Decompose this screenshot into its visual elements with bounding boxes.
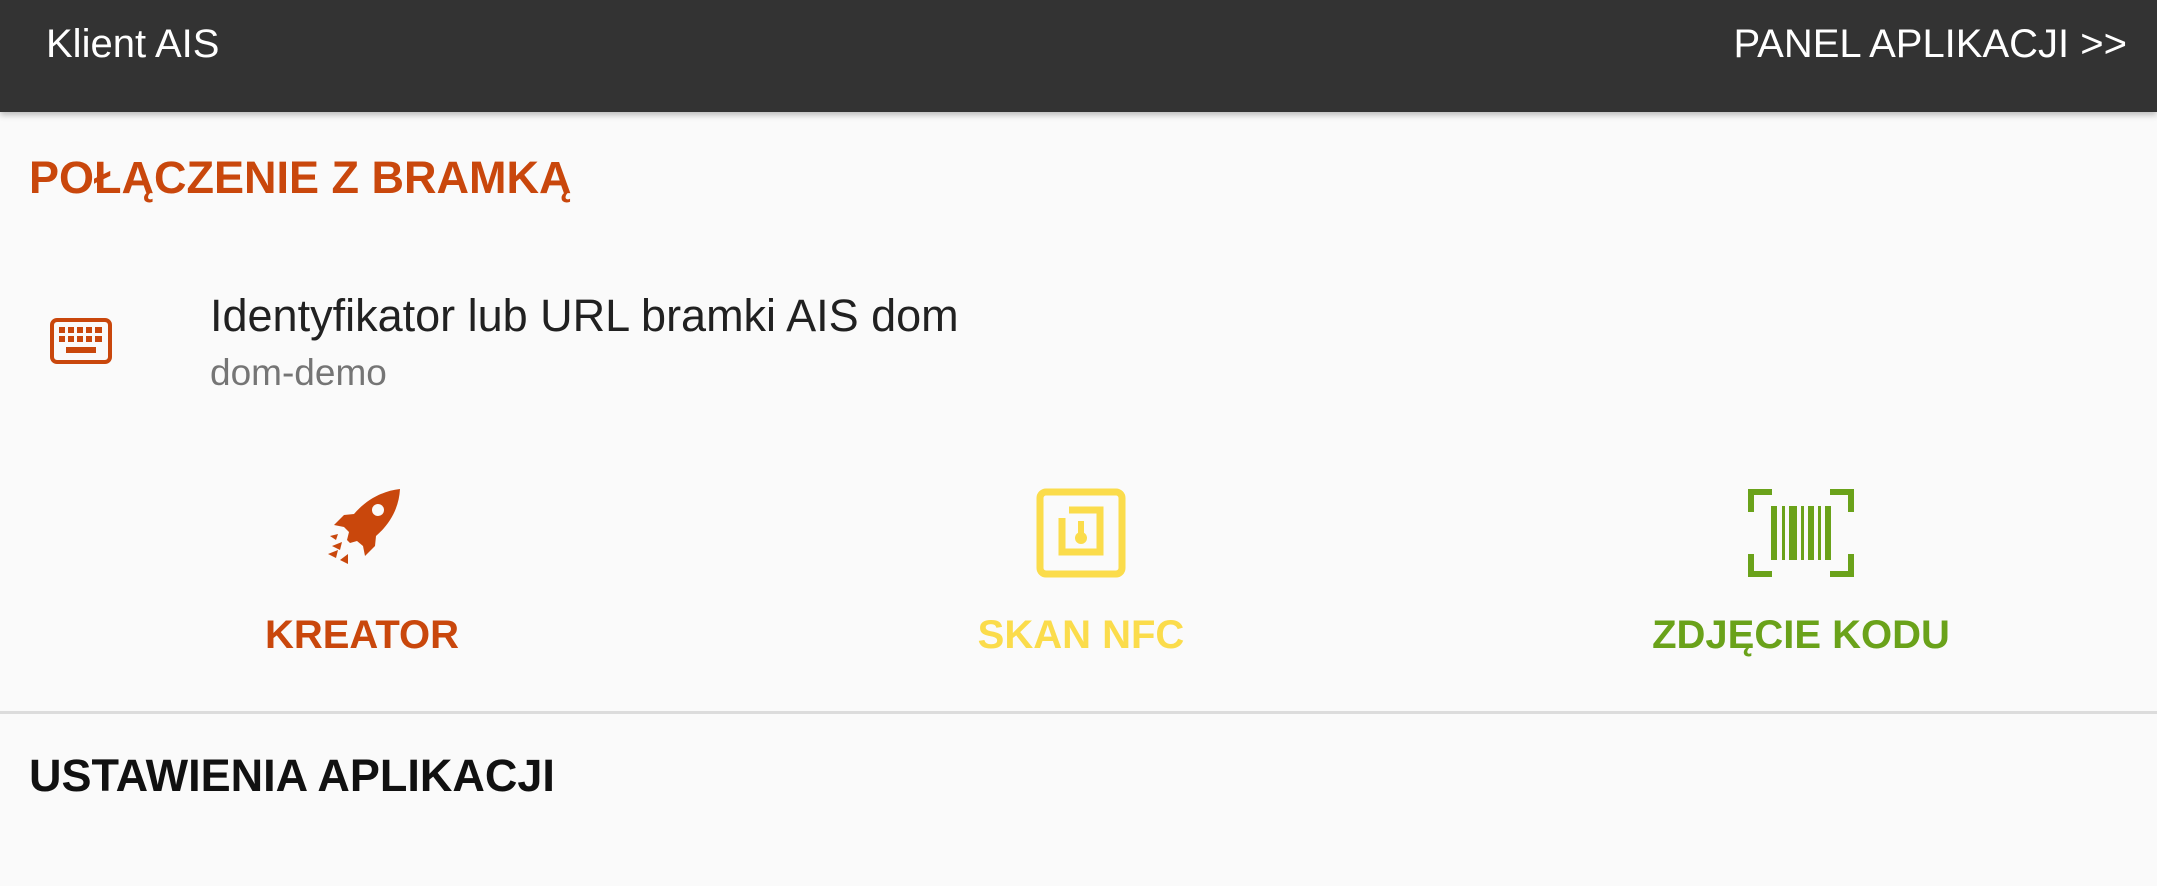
scan-nfc-label: SKAN NFC: [977, 613, 1185, 657]
nfc-icon: [1036, 488, 1126, 578]
gateway-id-preference[interactable]: Identyfikator lub URL bramki AIS dom dom…: [0, 262, 2157, 412]
kreator-button[interactable]: KREATOR: [82, 478, 642, 678]
keyboard-icon: [50, 318, 112, 364]
section-header-connection: POŁĄCZENIE Z BRAMKĄ: [29, 152, 572, 203]
app-title: Klient AIS: [46, 22, 220, 66]
app-bar: Klient AIS PANEL APLIKACJI >>: [0, 0, 2157, 112]
kreator-label: KREATOR: [264, 613, 460, 657]
gateway-pref-title: Identyfikator lub URL bramki AIS dom: [210, 290, 959, 341]
barcode-photo-button[interactable]: ZDJĘCIE KODU: [1521, 478, 2081, 678]
gateway-pref-value: dom-demo: [210, 352, 387, 393]
barcode-photo-label: ZDJĘCIE KODU: [1652, 613, 1950, 657]
section-header-settings: USTAWIENIA APLIKACJI: [29, 750, 555, 801]
app-panel-button[interactable]: PANEL APLIKACJI >>: [1733, 0, 2127, 88]
barcode-scan-icon: [1748, 489, 1854, 577]
scan-nfc-button[interactable]: SKAN NFC: [801, 478, 1361, 678]
section-divider: [0, 711, 2157, 714]
rocket-icon: [328, 489, 400, 564]
